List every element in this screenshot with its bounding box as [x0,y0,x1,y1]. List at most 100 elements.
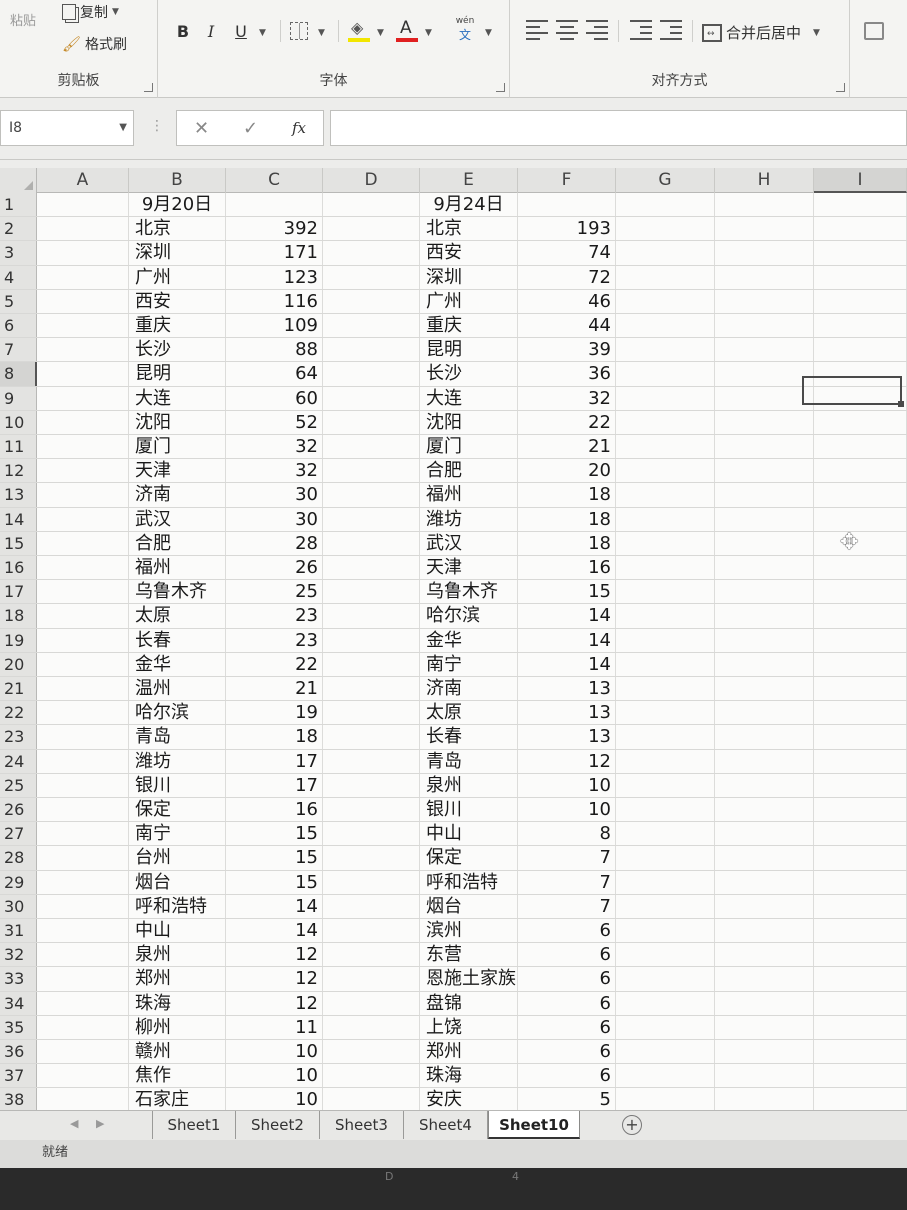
cell-i[interactable] [814,435,907,459]
align-center-icon[interactable] [556,20,578,40]
cell-d[interactable] [323,483,420,507]
cell-e[interactable]: 西安 [420,241,518,265]
cell-h[interactable] [715,798,814,822]
cell-f[interactable]: 20 [518,459,616,483]
cell-a[interactable] [37,459,129,483]
row-header[interactable]: 29 [0,870,37,894]
cell-h[interactable] [715,822,814,846]
cell-d[interactable] [323,580,420,604]
row-header[interactable]: 15 [0,531,37,555]
cell-i[interactable] [814,531,907,555]
cell-i[interactable] [814,1088,907,1112]
cell-a[interactable] [37,919,129,943]
cell-c[interactable]: 19 [226,701,323,725]
formula-input[interactable] [330,110,907,146]
cell-e[interactable]: 昆明 [420,338,518,362]
cell-d[interactable] [323,1088,420,1112]
cell-h[interactable] [715,435,814,459]
row-header[interactable]: 27 [0,822,37,846]
row-header[interactable]: 19 [0,628,37,652]
cell-i[interactable] [814,193,907,217]
scroll-left-icon[interactable]: ◀ [70,1117,78,1130]
cell-f[interactable]: 12 [518,749,616,773]
cell-e[interactable]: 盘锦 [420,991,518,1015]
cell-i[interactable] [814,628,907,652]
row-header[interactable]: 7 [0,338,37,362]
cell-h[interactable] [715,338,814,362]
cell-a[interactable] [37,943,129,967]
chevron-down-icon[interactable]: ▼ [425,28,432,38]
row-header[interactable]: 3 [0,241,37,265]
cell-e[interactable]: 乌鲁木齐 [420,580,518,604]
cell-i[interactable] [814,798,907,822]
cell-a[interactable] [37,749,129,773]
cell-d[interactable] [323,241,420,265]
cell-g[interactable] [616,410,715,434]
cell-d[interactable] [323,217,420,241]
column-header-h[interactable]: H [715,168,814,193]
cell-h[interactable] [715,386,814,410]
cell-d[interactable] [323,822,420,846]
cell-a[interactable] [37,725,129,749]
cell-h[interactable] [715,870,814,894]
cell-d[interactable] [323,1015,420,1039]
cell-g[interactable] [616,628,715,652]
cell-i[interactable] [814,701,907,725]
cell-e[interactable]: 大连 [420,386,518,410]
cell-b[interactable]: 沈阳 [129,410,226,434]
cell-a[interactable] [37,193,129,217]
cell-e[interactable]: 济南 [420,677,518,701]
border-button[interactable] [290,22,308,40]
cell-g[interactable] [616,1064,715,1088]
cell-i[interactable] [814,943,907,967]
cell-h[interactable] [715,531,814,555]
cell-e[interactable]: 烟台 [420,894,518,918]
italic-button[interactable]: I [200,18,222,44]
cell-f[interactable]: 6 [518,1064,616,1088]
cell-h[interactable] [715,459,814,483]
cell-g[interactable] [616,870,715,894]
cell-c[interactable]: 17 [226,749,323,773]
cell-c[interactable]: 21 [226,677,323,701]
cell-e[interactable]: 北京 [420,217,518,241]
cell-c[interactable]: 52 [226,410,323,434]
cell-g[interactable] [616,749,715,773]
cell-g[interactable] [616,193,715,217]
chevron-down-icon[interactable]: ▼ [259,28,266,38]
cell-g[interactable] [616,798,715,822]
cell-c[interactable]: 32 [226,459,323,483]
row-header[interactable]: 1 [0,193,37,217]
cell-d[interactable] [323,338,420,362]
cell-g[interactable] [616,943,715,967]
cell-c[interactable]: 28 [226,531,323,555]
cell-a[interactable] [37,967,129,991]
cell-b[interactable]: 温州 [129,677,226,701]
number-format-icon[interactable] [864,22,884,40]
cell-c[interactable]: 12 [226,967,323,991]
cell-a[interactable] [37,846,129,870]
cell-c[interactable]: 392 [226,217,323,241]
cell-d[interactable] [323,386,420,410]
cell-a[interactable] [37,1015,129,1039]
row-header[interactable]: 25 [0,773,37,797]
cell-d[interactable] [323,410,420,434]
copy-button[interactable]: 复制 ▼ [62,2,119,22]
cell-e[interactable]: 福州 [420,483,518,507]
cell-d[interactable] [323,193,420,217]
cell-c[interactable]: 123 [226,265,323,289]
cell-e[interactable]: 保定 [420,846,518,870]
row-header[interactable]: 16 [0,556,37,580]
cell-e[interactable]: 沈阳 [420,410,518,434]
cell-i[interactable] [814,241,907,265]
row-header[interactable]: 34 [0,991,37,1015]
cell-e[interactable]: 中山 [420,822,518,846]
cell-f[interactable]: 14 [518,604,616,628]
cell-a[interactable] [37,894,129,918]
cell-g[interactable] [616,386,715,410]
cell-h[interactable] [715,773,814,797]
underline-button[interactable]: U [230,18,252,44]
cell-c[interactable]: 10 [226,1040,323,1064]
cell-i[interactable] [814,773,907,797]
cell-f[interactable]: 6 [518,1040,616,1064]
cell-e[interactable]: 广州 [420,289,518,313]
